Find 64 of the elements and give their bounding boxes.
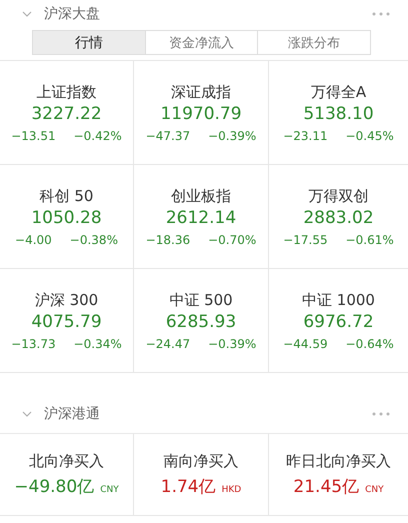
- index-value: 5138.10: [303, 104, 374, 124]
- index-value: 2612.14: [166, 208, 236, 228]
- section-title: 沪深港通: [44, 405, 101, 423]
- index-card[interactable]: 科创 50 1050.28 −4.00 −0.38%: [0, 165, 134, 269]
- change-value: −4.00: [15, 232, 52, 246]
- index-value: 6285.93: [166, 312, 236, 332]
- flow-card[interactable]: 南向净买入 1.74亿 HKD: [134, 434, 269, 516]
- change-percent: −0.70%: [208, 232, 256, 246]
- change-value: −24.47: [146, 336, 190, 350]
- change-value: −18.36: [146, 232, 190, 246]
- index-name: 深证成指: [171, 82, 231, 102]
- currency-label: CNY: [365, 484, 384, 494]
- index-value: 11970.79: [160, 104, 242, 124]
- flow-name: 北向净买入: [29, 452, 104, 470]
- index-card[interactable]: 中证 500 6285.93 −24.47 −0.39%: [134, 269, 269, 373]
- change-percent: −0.38%: [70, 232, 118, 246]
- index-value: 3227.22: [31, 104, 102, 124]
- chevron-icon[interactable]: [22, 411, 32, 417]
- flow-card[interactable]: 昨日北向净买入 21.45亿 CNY: [269, 434, 408, 516]
- index-card[interactable]: 创业板指 2612.14 −18.36 −0.70%: [134, 165, 269, 269]
- index-card[interactable]: 中证 1000 6976.72 −44.59 −0.64%: [269, 269, 408, 373]
- flow-amount: −49.80亿: [14, 476, 94, 498]
- change-percent: −0.64%: [346, 336, 394, 350]
- change-percent: −0.42%: [74, 128, 122, 142]
- index-card[interactable]: 万得全A 5138.10 −23.11 −0.45%: [269, 61, 408, 165]
- index-card[interactable]: 深证成指 11970.79 −47.37 −0.39%: [134, 61, 269, 165]
- flow-amount: 21.45亿: [293, 476, 360, 498]
- index-value: 1050.28: [31, 208, 102, 228]
- index-name: 创业板指: [171, 186, 231, 206]
- index-card[interactable]: 上证指数 3227.22 −13.51 −0.42%: [0, 61, 134, 165]
- index-name: 中证 1000: [302, 290, 375, 310]
- change-percent: −0.45%: [346, 128, 394, 142]
- chevron-icon[interactable]: [22, 10, 32, 16]
- change-percent: −0.39%: [208, 128, 256, 142]
- change-percent: −0.61%: [346, 232, 394, 246]
- change-value: −47.37: [146, 128, 190, 142]
- change-value: −13.73: [11, 336, 56, 350]
- index-name: 万得双创: [308, 186, 368, 206]
- index-value: 4075.79: [31, 312, 102, 332]
- index-name: 上证指数: [36, 82, 96, 102]
- flow-amount: 1.74亿: [160, 476, 216, 498]
- flow-name: 昨日北向净买入: [286, 452, 391, 470]
- currency-label: HKD: [222, 484, 242, 494]
- change-value: −44.59: [283, 336, 328, 350]
- change-value: −23.11: [283, 128, 328, 142]
- index-name: 中证 500: [169, 290, 233, 310]
- change-value: −13.51: [11, 128, 56, 142]
- change-value: −17.55: [283, 232, 328, 246]
- index-value: 2883.02: [303, 208, 374, 228]
- index-name: 沪深 300: [34, 290, 98, 310]
- flow-card[interactable]: 北向净买入 −49.80亿 CNY: [0, 434, 134, 516]
- change-percent: −0.39%: [208, 336, 256, 350]
- change-percent: −0.34%: [74, 336, 122, 350]
- index-value: 6976.72: [303, 312, 374, 332]
- more-icon[interactable]: [372, 12, 390, 16]
- index-name: 万得全A: [310, 82, 366, 102]
- index-name: 科创 50: [40, 186, 94, 206]
- index-card[interactable]: 万得双创 2883.02 −17.55 −0.61%: [269, 165, 408, 269]
- more-icon[interactable]: [372, 412, 390, 416]
- tab[interactable]: 行情: [33, 31, 145, 54]
- flow-name: 南向净买入: [164, 452, 238, 470]
- currency-label: CNY: [100, 484, 119, 494]
- section-title: 沪深大盘: [44, 4, 101, 22]
- index-card[interactable]: 沪深 300 4075.79 −13.73 −0.34%: [0, 269, 134, 373]
